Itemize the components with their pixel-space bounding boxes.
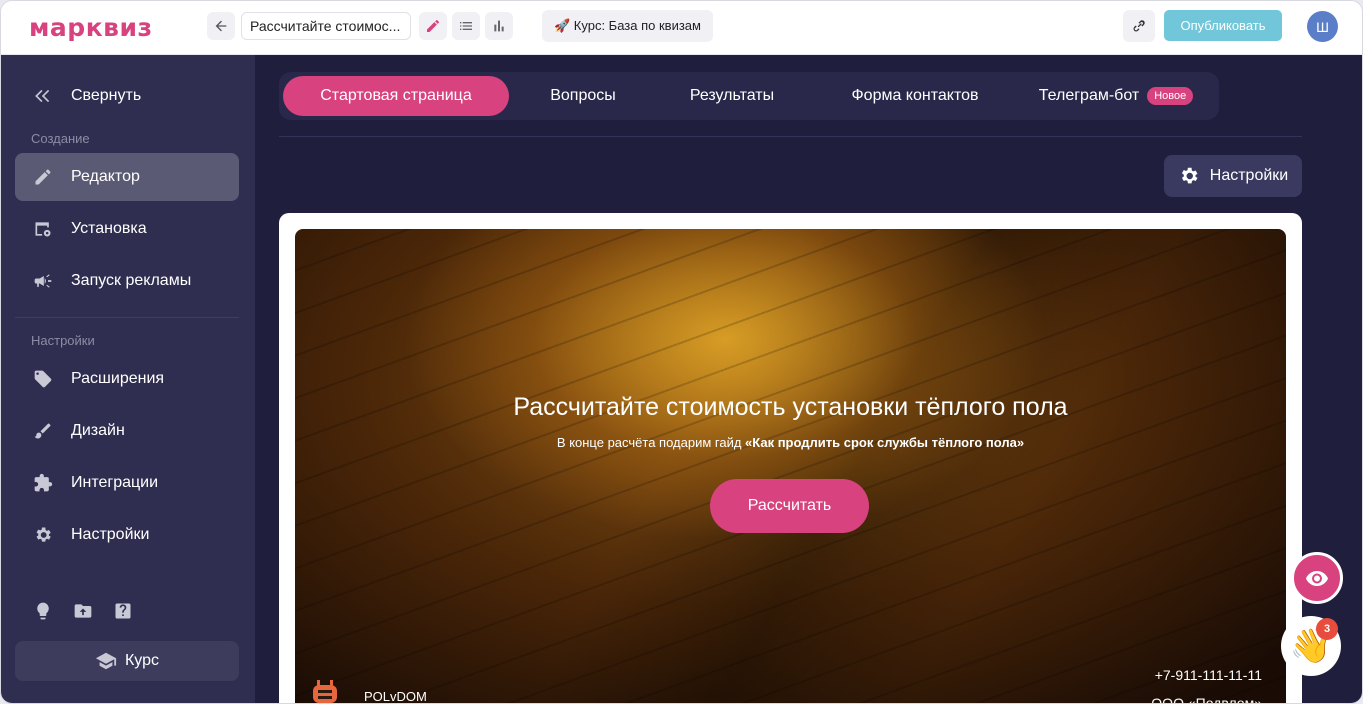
sidebar-item-install[interactable]: Установка <box>15 205 239 253</box>
settings-button-label: Настройки <box>1209 167 1289 184</box>
help-icon[interactable] <box>113 601 133 626</box>
sidebar-item-extensions[interactable]: Расширения <box>15 355 239 403</box>
hero-background[interactable]: Рассчитайте стоимость установки тёплого … <box>295 229 1286 704</box>
link-icon <box>1133 20 1145 32</box>
tab-telegram-bot[interactable]: Телеграм-бот Новое <box>1021 76 1211 116</box>
wood-floor-texture <box>295 229 1286 703</box>
start-page-settings-button[interactable]: Настройки <box>1164 155 1302 197</box>
calculate-button[interactable]: Рассчитать <box>710 479 869 533</box>
preview-button[interactable] <box>1291 552 1343 604</box>
tab-contact-form[interactable]: Форма контактов <box>825 76 1005 116</box>
section-settings-heading: Настройки <box>31 333 95 348</box>
integrations-icon <box>31 471 55 495</box>
bar-chart-icon <box>494 20 504 32</box>
eye-icon <box>1306 571 1328 586</box>
notification-count-badge: 3 <box>1316 618 1338 640</box>
sidebar-item-label: Редактор <box>71 168 140 185</box>
sidebar-item-settings[interactable]: Настройки <box>15 511 239 559</box>
company-name[interactable]: POLvDOM <box>364 689 427 703</box>
sidebar-bottom-icons <box>33 601 133 626</box>
brush-icon <box>31 419 55 443</box>
sidebar-divider <box>15 317 239 318</box>
back-arrow-icon <box>215 20 227 32</box>
analytics-button[interactable] <box>485 12 513 40</box>
tab-questions[interactable]: Вопросы <box>525 76 641 116</box>
publish-button[interactable]: Опубликовать <box>1164 10 1282 41</box>
company-legal-name[interactable]: ООО «Подвлом» <box>1151 695 1262 703</box>
tab-start-page[interactable]: Стартовая страница <box>283 76 509 116</box>
avatar[interactable]: Ш <box>1307 11 1338 42</box>
start-page-preview: Рассчитайте стоимость установки тёплого … <box>279 213 1302 704</box>
pencil-icon <box>31 165 55 189</box>
course-pill[interactable]: 🚀 Курс: База по квизам <box>542 10 713 42</box>
sidebar-item-label: Установка <box>71 220 147 237</box>
logo[interactable]: марквиз <box>29 13 153 42</box>
editor-tabs: Стартовая страница Вопросы Результаты Фо… <box>279 72 1219 120</box>
main-divider <box>279 136 1302 137</box>
back-button[interactable] <box>207 12 235 40</box>
top-bar: марквиз Рассчитайте стоимос... 🚀 Курс: Б… <box>1 1 1362 55</box>
gear-icon <box>31 523 55 547</box>
tab-results[interactable]: Результаты <box>661 76 803 116</box>
quiz-title-field[interactable]: Рассчитайте стоимос... <box>241 12 411 40</box>
install-icon <box>31 217 55 241</box>
double-chevron-left-icon <box>31 84 55 108</box>
tab-label: Телеграм-бот <box>1038 87 1140 104</box>
sidebar: Свернуть Создание Редактор Установка Зап… <box>1 55 255 703</box>
questions-list-button[interactable] <box>452 12 480 40</box>
sidebar-item-ads[interactable]: Запуск рекламы <box>15 257 239 305</box>
hero-subtitle[interactable]: В конце расчёта подарим гайд «Как продли… <box>295 435 1286 450</box>
tab-label: Стартовая страница <box>320 87 472 104</box>
new-badge: Новое <box>1147 87 1194 105</box>
pencil-icon <box>427 20 439 32</box>
hero-title[interactable]: Рассчитайте стоимость установки тёплого … <box>295 393 1286 422</box>
course-button[interactable]: Курс <box>15 641 239 681</box>
main-area: Стартовая страница Вопросы Результаты Фо… <box>255 55 1362 704</box>
tab-label: Форма контактов <box>851 87 979 104</box>
extensions-icon <box>31 367 55 391</box>
company-logo-icon[interactable] <box>309 677 341 704</box>
collapse-sidebar-button[interactable]: Свернуть <box>15 72 239 120</box>
sidebar-item-label: Расширения <box>71 370 165 387</box>
sidebar-item-label: Настройки <box>71 526 150 543</box>
company-phone[interactable]: +7-911-111-11-11 <box>1155 667 1262 683</box>
course-button-label: Курс <box>124 652 160 669</box>
tab-label: Вопросы <box>550 87 616 104</box>
sidebar-item-label: Запуск рекламы <box>71 272 192 289</box>
graduation-cap-icon <box>95 652 117 670</box>
megaphone-icon <box>31 269 55 293</box>
gear-icon <box>1181 167 1198 184</box>
app-window: марквиз Рассчитайте стоимос... 🚀 Курс: Б… <box>0 0 1363 704</box>
sidebar-item-integrations[interactable]: Интеграции <box>15 459 239 507</box>
lightbulb-icon[interactable] <box>33 601 53 626</box>
hero-subtitle-bold: «Как продлить срок службы тёплого пола» <box>745 435 1025 450</box>
collapse-label: Свернуть <box>71 87 142 104</box>
hero-subtitle-text: В конце расчёта подарим гайд <box>556 435 746 450</box>
list-icon <box>460 22 472 30</box>
sidebar-item-label: Интеграции <box>71 474 159 491</box>
tab-label: Результаты <box>689 87 775 104</box>
sidebar-item-design[interactable]: Дизайн <box>15 407 239 455</box>
sidebar-item-editor[interactable]: Редактор <box>15 153 239 201</box>
section-create-heading: Создание <box>31 131 90 146</box>
share-link-button[interactable] <box>1123 10 1155 42</box>
edit-button[interactable] <box>419 12 447 40</box>
folder-upload-icon[interactable] <box>73 601 93 626</box>
sidebar-item-label: Дизайн <box>71 422 125 439</box>
